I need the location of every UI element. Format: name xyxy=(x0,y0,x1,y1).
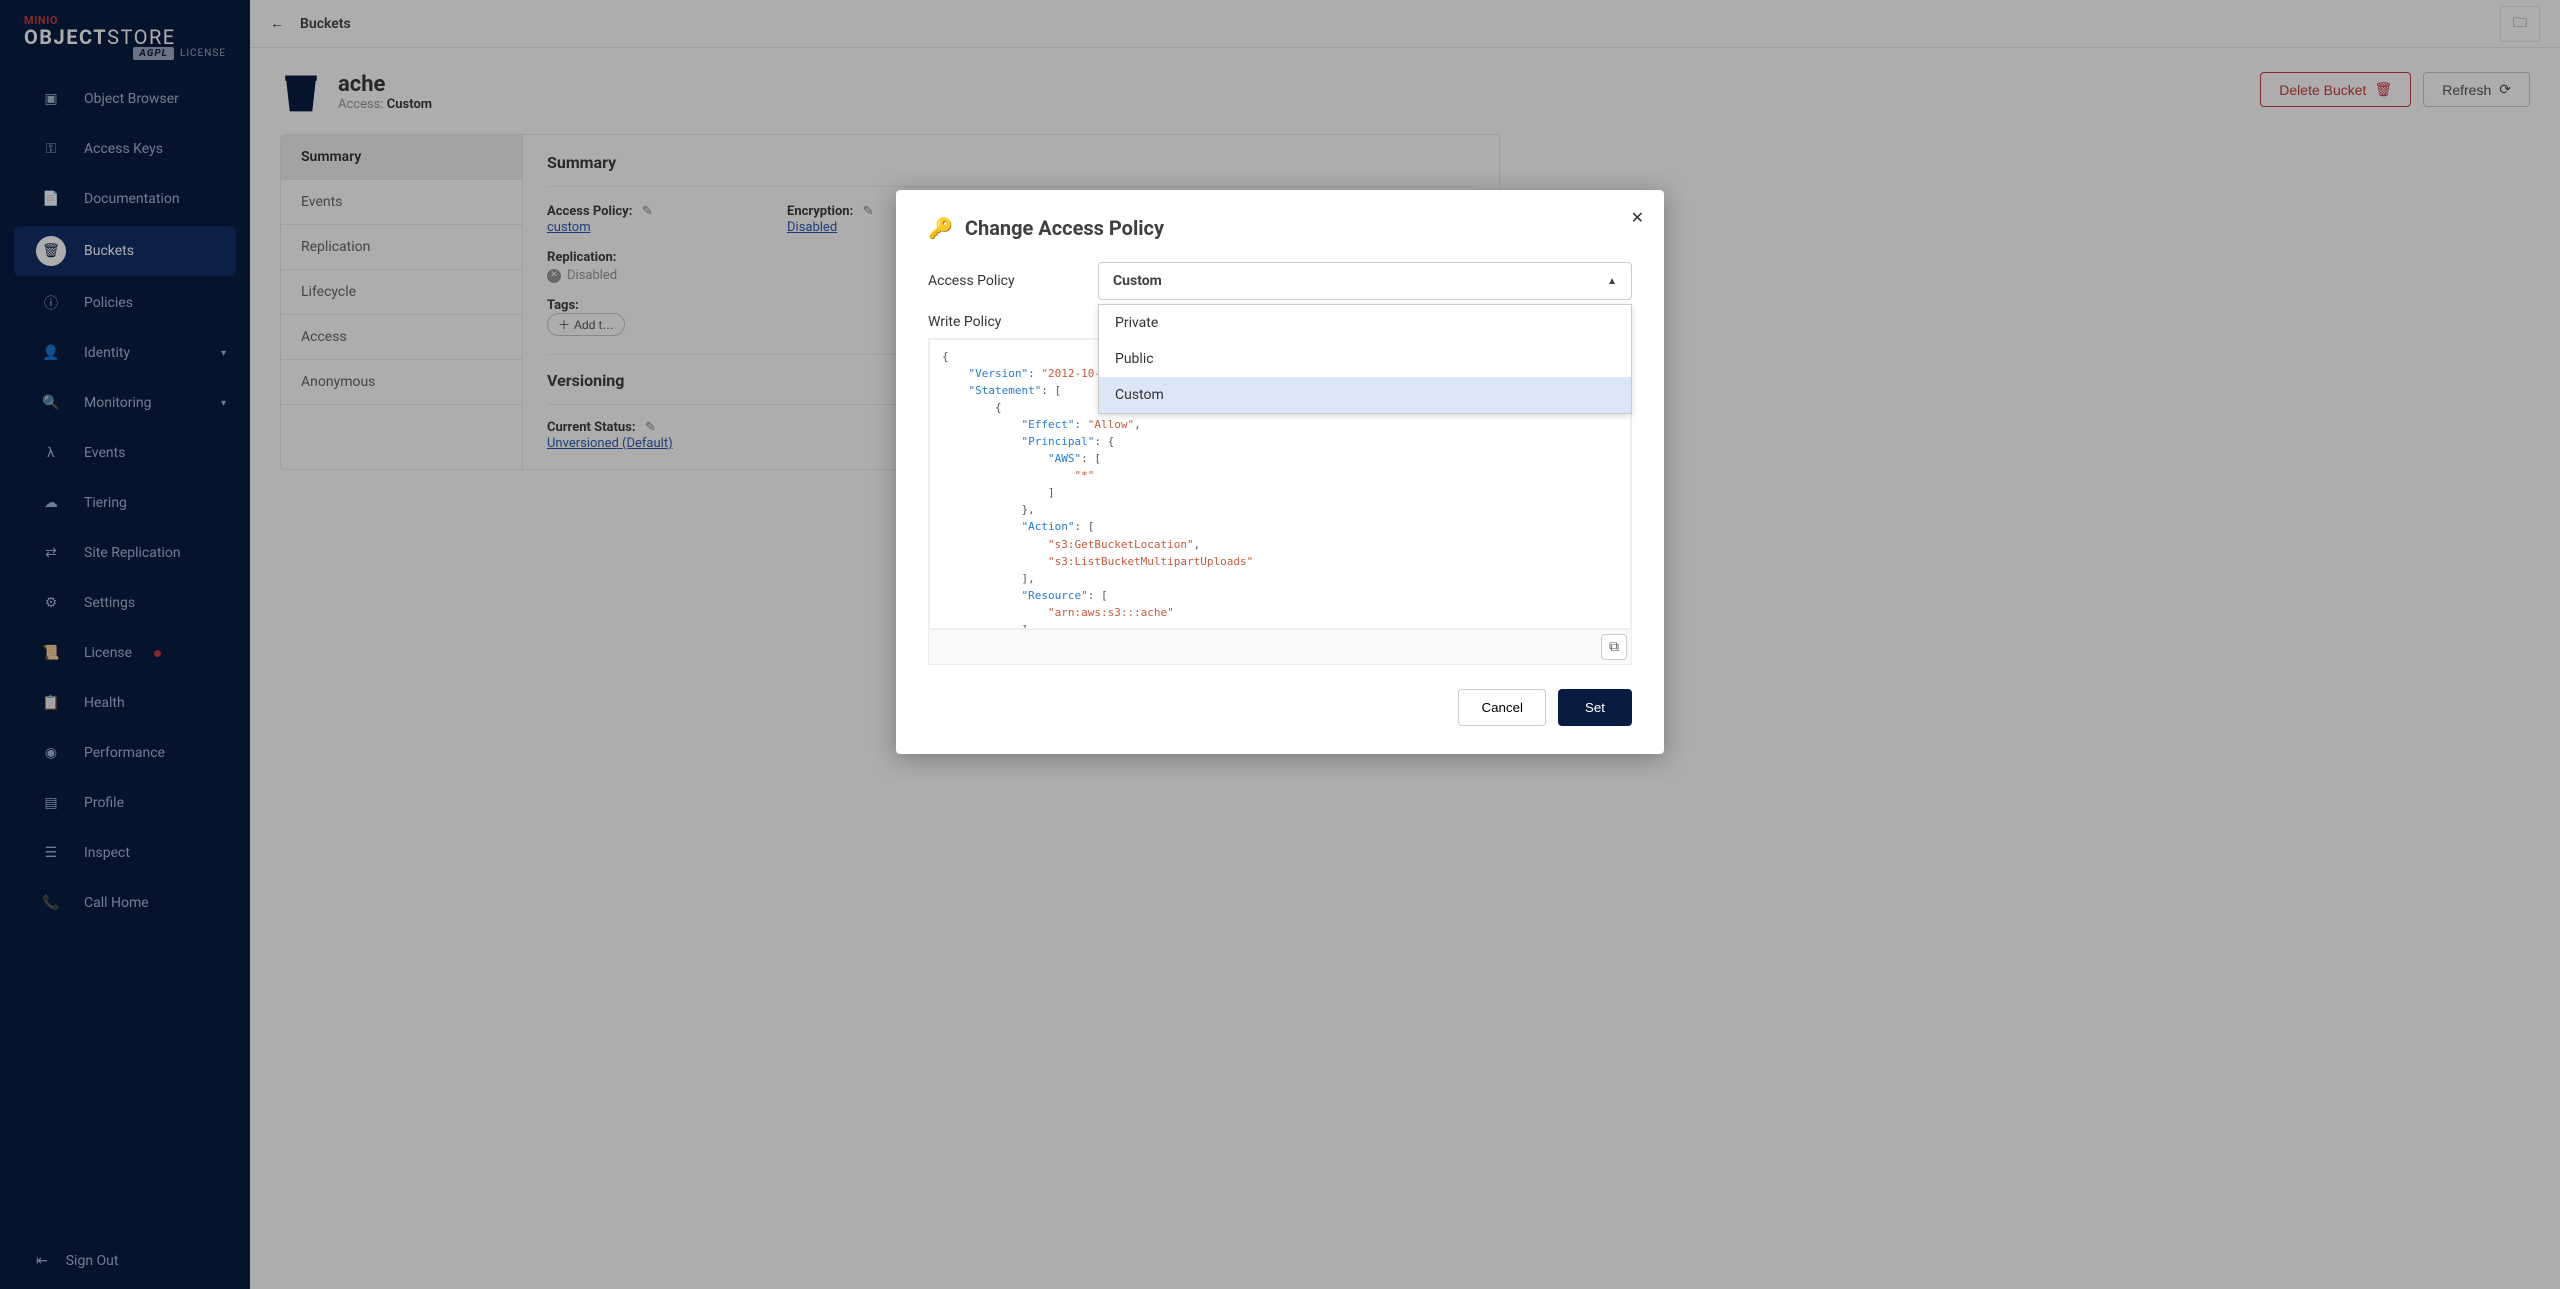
access-policy-selected-value: Custom xyxy=(1113,273,1162,289)
set-button[interactable]: Set xyxy=(1558,689,1632,726)
access-policy-select[interactable]: Custom ▲ xyxy=(1098,262,1632,300)
code-footer: ⧉ xyxy=(929,629,1631,664)
cancel-button[interactable]: Cancel xyxy=(1458,689,1546,726)
modal-access-policy-label: Access Policy xyxy=(928,273,1098,289)
modal-write-policy-label: Write Policy xyxy=(928,314,1098,330)
key-icon: 🔑 xyxy=(928,216,953,240)
modal-close-button[interactable]: ✕ xyxy=(1631,208,1644,227)
modal-overlay[interactable]: ✕ 🔑 Change Access Policy Access Policy C… xyxy=(0,0,2560,1289)
dropdown-option-public[interactable]: Public xyxy=(1099,341,1631,377)
access-policy-dropdown: Private Public Custom xyxy=(1098,304,1632,414)
dropdown-option-private[interactable]: Private xyxy=(1099,305,1631,341)
modal-title-text: Change Access Policy xyxy=(965,216,1164,240)
change-access-policy-modal: ✕ 🔑 Change Access Policy Access Policy C… xyxy=(896,190,1664,754)
chevron-up-icon: ▲ xyxy=(1607,276,1617,287)
modal-actions: Cancel Set xyxy=(928,689,1632,726)
modal-title: 🔑 Change Access Policy xyxy=(928,216,1632,240)
copy-policy-button[interactable]: ⧉ xyxy=(1601,634,1627,660)
modal-row-access-policy: Access Policy Custom ▲ Private Public Cu… xyxy=(928,262,1632,300)
dropdown-option-custom[interactable]: Custom xyxy=(1099,377,1631,413)
copy-icon: ⧉ xyxy=(1609,639,1619,655)
